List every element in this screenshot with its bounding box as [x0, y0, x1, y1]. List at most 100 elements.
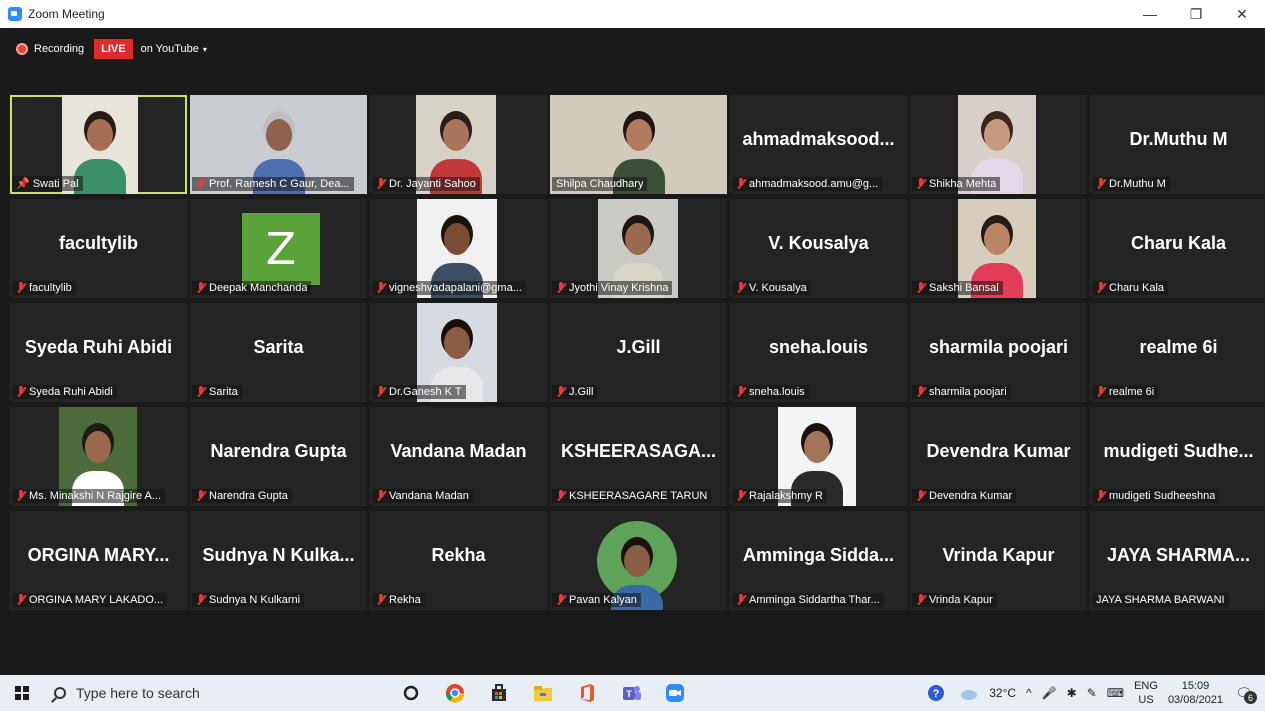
teams-icon[interactable]: T	[620, 682, 642, 704]
taskbar-apps: T	[400, 675, 686, 711]
mic-muted-icon	[556, 490, 566, 502]
weather-icon[interactable]	[957, 682, 979, 704]
minimize-button[interactable]: —	[1127, 0, 1173, 28]
participant-tile[interactable]: Z Deepak Manchanda	[190, 199, 367, 298]
recording-label[interactable]: Recording	[34, 43, 84, 55]
participant-nameplate: Jyothi Vinay Krishna	[552, 281, 673, 295]
participant-tile[interactable]: 📌 Swati Pal	[10, 95, 187, 194]
participant-tile[interactable]: KSHEERASAGA... KSHEERASAGARE TARUN	[550, 407, 727, 506]
participant-tile[interactable]: Amminga Sidda... Amminga Siddartha Thar..…	[730, 511, 907, 610]
participant-name: Narendra Gupta	[209, 490, 288, 502]
participant-tile[interactable]: JAYA SHARMA... JAYA SHARMA BARWANI	[1090, 511, 1265, 610]
mic-muted-icon	[736, 490, 746, 502]
chevron-up-icon[interactable]: ^	[1026, 686, 1032, 700]
window-title: Zoom Meeting	[28, 7, 105, 21]
participant-tile[interactable]: mudigeti Sudhe... mudigeti Sudheeshna	[1090, 407, 1265, 506]
participant-nameplate: mudigeti Sudheeshna	[1092, 489, 1220, 503]
participant-name: Vrinda Kapur	[929, 594, 993, 606]
help-icon[interactable]: ?	[925, 682, 947, 704]
chrome-icon[interactable]	[444, 682, 466, 704]
recording-icon	[16, 43, 28, 55]
participant-tile[interactable]: Syeda Ruhi Abidi Syeda Ruhi Abidi	[10, 303, 187, 402]
mic-muted-icon	[376, 178, 386, 190]
participant-name: Syeda Ruhi Abidi	[29, 386, 113, 398]
language-indicator[interactable]: ENG US	[1134, 679, 1158, 707]
close-button[interactable]: ✕	[1219, 0, 1265, 28]
microphone-icon[interactable]: 🎤	[1042, 686, 1057, 700]
pen-icon[interactable]: ✎	[1087, 686, 1097, 700]
participant-name: Shikha Mehta	[929, 178, 997, 190]
meeting-area: Recording LIVE on YouTube ▾ 📌 Swati Pal Pr…	[8, 28, 1265, 673]
recording-bar: Recording LIVE on YouTube ▾	[16, 38, 207, 60]
participant-tile[interactable]: vigneshvadapalani@gma...	[370, 199, 547, 298]
start-button[interactable]	[0, 675, 44, 711]
participant-tile[interactable]: realme 6i realme 6i	[1090, 303, 1265, 402]
participant-name: Vandana Madan	[389, 490, 469, 502]
participant-grid: 📌 Swati Pal Prof. Ramesh C Gaur, Dea... Dr.…	[10, 95, 1265, 610]
mic-muted-icon	[556, 386, 566, 398]
participant-video	[597, 521, 677, 610]
network-icon[interactable]: ✱	[1067, 686, 1077, 700]
participant-tile[interactable]: Sakshi Bansal	[910, 199, 1087, 298]
participant-tile[interactable]: Rajalakshmy R	[730, 407, 907, 506]
participant-tile[interactable]: Dr.Muthu M Dr.Muthu M	[1090, 95, 1265, 194]
mic-muted-icon	[1096, 178, 1106, 190]
participant-tile[interactable]: ORGINA MARY... ORGINA MARY LAKADO...	[10, 511, 187, 610]
participant-display-name: Vandana Madan	[390, 441, 527, 461]
zoom-icon[interactable]	[664, 682, 686, 704]
participant-tile[interactable]: Shilpa Chaudhary	[550, 95, 727, 194]
participant-tile[interactable]: Devendra Kumar Devendra Kumar	[910, 407, 1087, 506]
participant-tile[interactable]: V. Kousalya V. Kousalya	[730, 199, 907, 298]
mic-muted-icon	[196, 594, 206, 606]
taskbar-search[interactable]: Type here to search	[44, 675, 384, 711]
participant-tile[interactable]: Prof. Ramesh C Gaur, Dea...	[190, 95, 367, 194]
participant-tile[interactable]: Jyothi Vinay Krishna	[550, 199, 727, 298]
participant-tile[interactable]: Narendra Gupta Narendra Gupta	[190, 407, 367, 506]
mic-muted-icon	[916, 490, 926, 502]
participant-tile[interactable]: Ms. Minakshi N Rajgire A...	[10, 407, 187, 506]
clock[interactable]: 15:09 03/08/2021	[1168, 679, 1223, 707]
notification-center-button[interactable]: 🗨 6	[1233, 682, 1257, 704]
participant-tile[interactable]: Sarita Sarita	[190, 303, 367, 402]
store-icon[interactable]	[488, 682, 510, 704]
participant-nameplate: Shilpa Chaudhary	[552, 177, 648, 191]
participant-nameplate: KSHEERASAGARE TARUN	[552, 489, 712, 503]
participant-tile[interactable]: facultylib facultylib	[10, 199, 187, 298]
mic-muted-icon	[16, 490, 26, 502]
mic-muted-icon	[376, 490, 386, 502]
participant-tile[interactable]: Vandana Madan Vandana Madan	[370, 407, 547, 506]
live-target-dropdown[interactable]: on YouTube ▾	[141, 43, 207, 55]
participant-nameplate: Vrinda Kapur	[912, 593, 997, 607]
file-explorer-icon[interactable]	[532, 682, 554, 704]
participant-nameplate: Sudnya N Kulkarni	[192, 593, 305, 607]
participant-tile[interactable]: J.Gill J.Gill	[550, 303, 727, 402]
participant-tile[interactable]: sneha.louis sneha.louis	[730, 303, 907, 402]
participant-tile[interactable]: Charu Kala Charu Kala	[1090, 199, 1265, 298]
participant-nameplate: Charu Kala	[1092, 281, 1169, 295]
participant-tile[interactable]: Sudnya N Kulka... Sudnya N Kulkarni	[190, 511, 367, 610]
participant-tile[interactable]: sharmila poojari sharmila poojari	[910, 303, 1087, 402]
mic-muted-icon	[556, 594, 566, 606]
participant-display-name: V. Kousalya	[768, 233, 869, 253]
participant-nameplate: realme 6i	[1092, 385, 1159, 399]
participant-tile[interactable]: Dr. Jayanti Sahoo	[370, 95, 547, 194]
cortana-icon[interactable]	[400, 682, 422, 704]
participant-nameplate: sneha.louis	[732, 385, 809, 399]
temperature[interactable]: 32°C	[989, 686, 1016, 700]
office-icon[interactable]	[576, 682, 598, 704]
participant-name: Dr. Jayanti Sahoo	[389, 178, 476, 190]
participant-name: Prof. Ramesh C Gaur, Dea...	[209, 178, 350, 190]
participant-tile[interactable]: Shikha Mehta	[910, 95, 1087, 194]
participant-tile[interactable]: Rekha Rekha	[370, 511, 547, 610]
system-tray: ? 32°C ^ 🎤 ✱ ✎ ⌨ ENG US 15:09 03/08/2021…	[925, 675, 1265, 711]
participant-nameplate: Sarita	[192, 385, 242, 399]
participant-tile[interactable]: Dr.Ganesh K T	[370, 303, 547, 402]
restore-button[interactable]: ❐	[1173, 0, 1219, 28]
participant-tile[interactable]: Pavan Kalyan	[550, 511, 727, 610]
participant-nameplate: Pavan Kalyan	[552, 593, 641, 607]
participant-tile[interactable]: Vrinda Kapur Vrinda Kapur	[910, 511, 1087, 610]
keyboard-icon[interactable]: ⌨	[1107, 686, 1124, 700]
participant-display-name: sharmila poojari	[928, 337, 1069, 357]
participant-tile[interactable]: ahmadmaksood... ahmadmaksood.amu@g...	[730, 95, 907, 194]
participant-display-name: J.Gill	[616, 337, 661, 357]
